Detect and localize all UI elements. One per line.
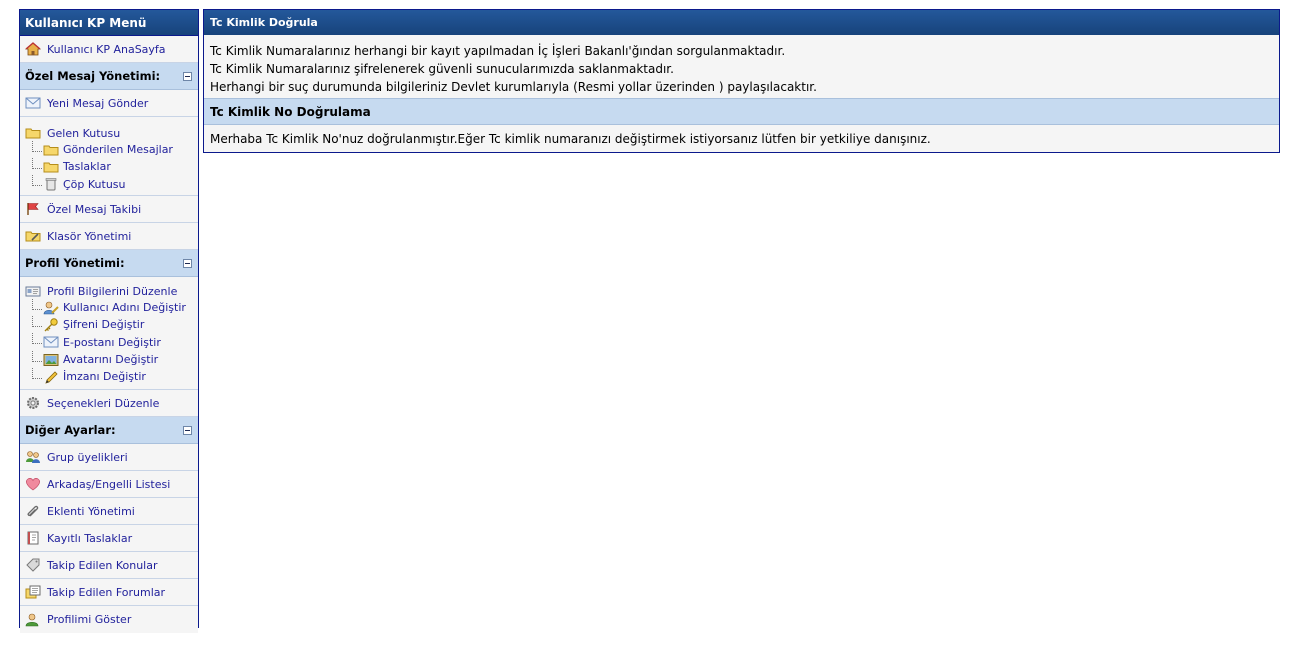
sidebar-item-folders[interactable]: Klasör Yönetimi: [20, 223, 198, 250]
info-line: Herhangi bir suç durumunda bilgileriniz …: [210, 80, 817, 94]
sidebar-item-home[interactable]: Kullanıcı KP AnaSayfa: [20, 36, 198, 63]
profile-section-title: Profil Yönetimi:: [25, 256, 125, 270]
pm-section-title: Özel Mesaj Yönetimi:: [25, 69, 161, 83]
pm-section-header[interactable]: Özel Mesaj Yönetimi:: [20, 63, 198, 90]
pm-tracking-link[interactable]: Özel Mesaj Takibi: [47, 203, 141, 216]
tag-icon: [26, 558, 40, 572]
sidebar-item-buddies[interactable]: Arkadaş/Engelli Listesi: [20, 471, 198, 498]
info-line: Tc Kimlik Numaralarınız şifrelenerek güv…: [210, 62, 674, 76]
user-edit-icon: [43, 301, 59, 314]
inbox-link[interactable]: Gelen Kutusu: [47, 127, 120, 140]
envelope-icon: [43, 336, 59, 348]
notebook-icon: [27, 531, 39, 545]
forum-documents-icon: [25, 585, 41, 599]
change-username-link[interactable]: Kullanıcı Adını Değiştir: [63, 301, 186, 314]
envelope-icon: [25, 97, 41, 109]
sidebar-item-saved-drafts[interactable]: Kayıtlı Taslaklar: [20, 525, 198, 552]
verification-message: Merhaba Tc Kimlik No'nuz doğrulanmıştır.…: [210, 132, 931, 146]
home-link[interactable]: Kullanıcı KP AnaSayfa: [47, 43, 166, 56]
flag-icon: [27, 203, 39, 215]
subscribed-forums-link[interactable]: Takip Edilen Forumlar: [47, 586, 165, 599]
sidebar-item-options[interactable]: Seçenekleri Düzenle: [20, 390, 198, 417]
sidebar-folder-group: Gelen Kutusu Gönderilen Mesajlar Taslakl…: [20, 117, 198, 196]
sidebar-item-subscribed-threads[interactable]: Takip Edilen Konular: [20, 552, 198, 579]
heart-icon: [26, 478, 40, 491]
id-card-icon: [25, 286, 41, 297]
home-icon: [25, 42, 41, 56]
usercp-sidebar: Kullanıcı KP Menü Kullanıcı KP AnaSayfa …: [19, 9, 199, 633]
gear-icon: [27, 397, 39, 409]
profile-section-header[interactable]: Profil Yönetimi:: [20, 250, 198, 277]
tree-connector: [32, 367, 42, 379]
view-profile-link[interactable]: Profilimi Göster: [47, 613, 131, 626]
saved-drafts-link[interactable]: Kayıtlı Taslaklar: [47, 532, 132, 545]
folder-management-link[interactable]: Klasör Yönetimi: [47, 230, 131, 243]
tree-connector: [32, 315, 42, 327]
sidebar-item-attachments[interactable]: Eklenti Yönetimi: [20, 498, 198, 525]
sidebar-item-groups[interactable]: Grup üyelikleri: [20, 444, 198, 471]
collapse-icon[interactable]: [183, 258, 192, 268]
tree-connector: [32, 175, 42, 187]
edit-profile-link[interactable]: Profil Bilgilerini Düzenle: [47, 285, 177, 298]
change-email-link[interactable]: E-postanı Değiştir: [63, 336, 161, 349]
group-icon: [26, 451, 40, 463]
misc-section-header[interactable]: Diğer Ayarlar:: [20, 417, 198, 444]
user-profile-icon: [25, 613, 39, 626]
attachments-link[interactable]: Eklenti Yönetimi: [47, 505, 135, 518]
drafts-link[interactable]: Taslaklar: [63, 160, 111, 173]
sidebar-item-view-profile[interactable]: Profilimi Göster: [20, 606, 198, 633]
group-memberships-link[interactable]: Grup üyelikleri: [47, 451, 128, 464]
edit-options-link[interactable]: Seçenekleri Düzenle: [47, 397, 159, 410]
misc-section-title: Diğer Ayarlar:: [25, 423, 116, 437]
change-signature-link[interactable]: İmzanı Değiştir: [63, 370, 146, 383]
tree-connector: [32, 333, 42, 345]
change-password-link[interactable]: Şifreni Değiştir: [63, 318, 144, 331]
picture-icon: [43, 353, 59, 366]
tree-connector: [32, 350, 42, 362]
trash-icon: [45, 178, 57, 191]
change-avatar-link[interactable]: Avatarını Değiştir: [63, 353, 158, 366]
sidebar-item-subscribed-forums[interactable]: Takip Edilen Forumlar: [20, 579, 198, 606]
panel-title: Tc Kimlik Doğrula: [204, 10, 1279, 35]
sidebar-title: Kullanıcı KP Menü: [20, 10, 198, 36]
paperclip-icon: [27, 505, 39, 517]
send-message-link[interactable]: Yeni Mesaj Gönder: [47, 97, 148, 110]
subscribed-threads-link[interactable]: Takip Edilen Konular: [47, 559, 157, 572]
info-line: Tc Kimlik Numaralarınız herhangi bir kay…: [210, 44, 786, 58]
buddy-list-link[interactable]: Arkadaş/Engelli Listesi: [47, 478, 170, 491]
folder-icon: [43, 162, 59, 173]
tree-connector: [32, 298, 42, 310]
info-text: Tc Kimlik Numaralarınız herhangi bir kay…: [204, 35, 1279, 98]
folder-icon: [43, 145, 59, 156]
sent-items-link[interactable]: Gönderilen Mesajlar: [63, 143, 173, 156]
sidebar-item-pm-tracking[interactable]: Özel Mesaj Takibi: [20, 196, 198, 223]
sidebar-item-send-message[interactable]: Yeni Mesaj Gönder: [20, 90, 198, 117]
key-icon: [44, 318, 58, 332]
folder-icon: [25, 128, 41, 139]
trash-link[interactable]: Çöp Kutusu: [63, 178, 126, 191]
pencil-icon: [45, 371, 58, 384]
section-subtitle: Tc Kimlik No Doğrulama: [204, 98, 1279, 125]
collapse-icon[interactable]: [183, 425, 192, 435]
tree-connector: [32, 157, 42, 169]
folder-edit-icon: [25, 231, 41, 242]
tree-connector: [32, 140, 42, 152]
tc-verification-panel: Tc Kimlik Doğrula Tc Kimlik Numaralarını…: [203, 9, 1280, 153]
sidebar-profile-group: Profil Bilgilerini Düzenle Kullanıcı Adı…: [20, 277, 198, 390]
collapse-icon[interactable]: [183, 71, 192, 81]
